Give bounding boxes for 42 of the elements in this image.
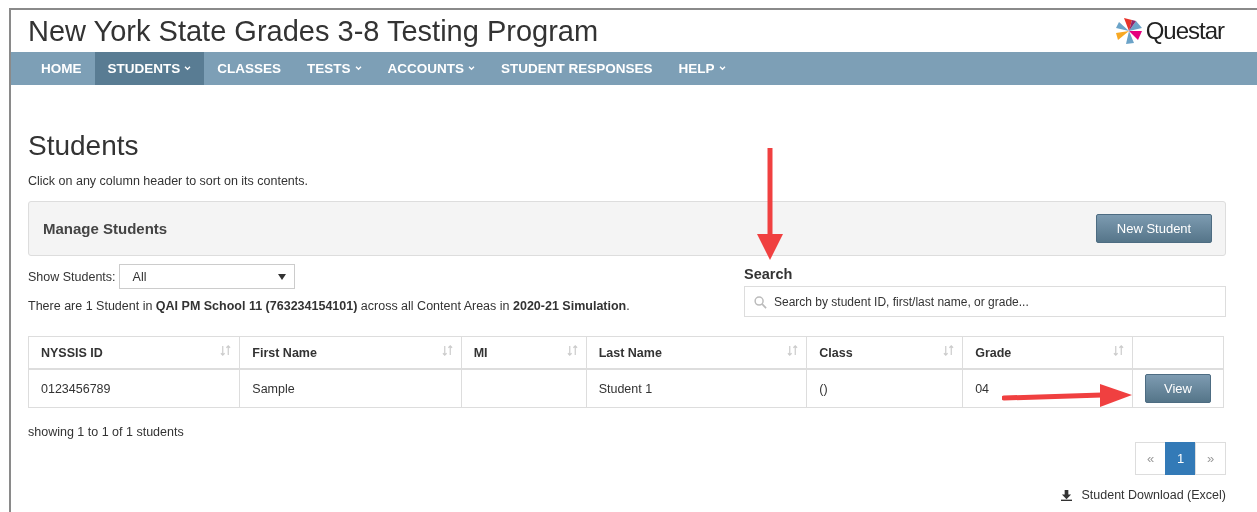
table-cell: Sample xyxy=(239,369,462,408)
logo-text: Questar xyxy=(1145,17,1224,45)
panel-title: Manage Students xyxy=(43,220,168,237)
site-title: New York State Grades 3-8 Testing Program xyxy=(28,14,599,48)
column-header[interactable]: MI xyxy=(461,336,587,369)
download-icon xyxy=(1061,489,1073,501)
view-button[interactable]: View xyxy=(1145,374,1211,403)
search-label: Search xyxy=(744,266,794,282)
nav-tab[interactable]: HOME xyxy=(28,52,95,85)
showing-text: showing 1 to 1 of 1 students xyxy=(28,425,185,439)
column-header[interactable]: NYSSIS ID xyxy=(28,336,240,369)
table-cell: Student 1 xyxy=(586,369,807,408)
new-student-button[interactable]: New Student xyxy=(1096,214,1212,243)
summary-text: There are 1 Student in QAI PM School 11 (763234154101) across all Content Areas in 2020-21 Simulation. xyxy=(28,299,630,313)
nav-tab[interactable]: STUDENTS xyxy=(94,52,205,85)
column-header[interactable]: First Name xyxy=(239,336,462,369)
dropdown-arrow-icon xyxy=(277,273,286,280)
sort-icon xyxy=(566,345,578,356)
filter-label: Show Students: xyxy=(28,269,116,284)
sort-icon xyxy=(1113,345,1124,356)
page-link[interactable]: » xyxy=(1195,442,1226,475)
page-heading: Students xyxy=(28,130,140,162)
pinwheel-logo-icon xyxy=(1113,16,1144,46)
column-header[interactable]: Grade xyxy=(962,336,1133,369)
nav-tab[interactable]: CLASSES xyxy=(204,52,295,85)
sort-icon xyxy=(787,345,799,356)
sort-icon xyxy=(441,345,453,356)
download-link[interactable]: Student Download (Excel) xyxy=(1061,488,1226,502)
column-header[interactable]: Last Name xyxy=(586,336,807,369)
nav-tab[interactable]: TESTS xyxy=(294,52,375,85)
table-cell: () xyxy=(806,369,963,408)
students-dropdown[interactable]: All xyxy=(118,264,295,289)
nav-tab[interactable]: STUDENT RESPONSES xyxy=(488,52,666,85)
nav-tab[interactable]: ACCOUNTS xyxy=(374,52,489,85)
sort-icon xyxy=(943,345,955,356)
table-cell: 0123456789 xyxy=(28,369,240,408)
page-subtitle: Click on any column header to sort on its contents. xyxy=(28,174,309,188)
page-link[interactable]: 1 xyxy=(1165,442,1196,475)
column-header[interactable]: Class xyxy=(806,336,963,369)
sort-icon xyxy=(220,345,232,356)
nav-tab[interactable]: HELP xyxy=(665,52,739,85)
search-field[interactable]: Search by student ID, first/last name, or grade... xyxy=(744,286,1226,317)
